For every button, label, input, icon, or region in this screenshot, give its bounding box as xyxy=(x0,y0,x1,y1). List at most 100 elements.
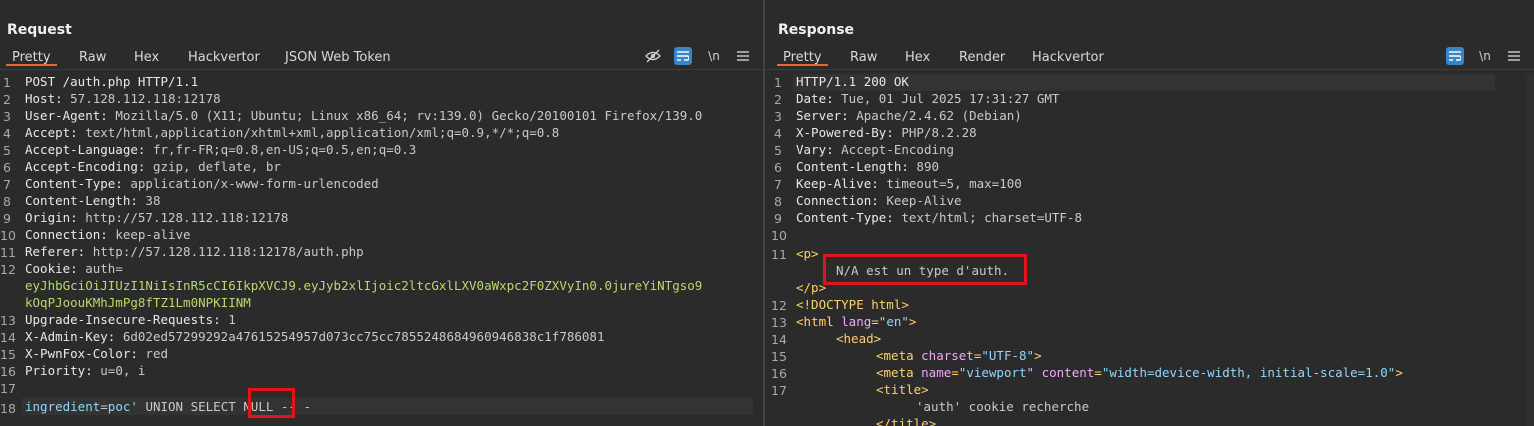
request-tab-hackvertor[interactable]: Hackvertor xyxy=(188,45,260,65)
header-value: eyJhbGciOiJIUzI1NiIsInR5cCI6IkpXVCJ9.eyJ… xyxy=(25,278,703,293)
header-line: Keep-Alive: timeout=5, max=100 xyxy=(796,176,1022,191)
vertical-scrollbar[interactable] xyxy=(1526,74,1534,426)
response-tab-hackvertor[interactable]: Hackvertor xyxy=(1032,45,1104,65)
header-line: eyJhbGciOiJIUzI1NiIsInR5cCI6IkpXVCJ9.eyJ… xyxy=(25,278,702,293)
header-line: Priority: u=0, i xyxy=(25,363,145,378)
header-line: X-Admin-Key: 6d02ed57299292a47615254957d… xyxy=(25,329,604,344)
line-number: 4 xyxy=(3,126,11,141)
header-name: Accept: xyxy=(25,125,86,140)
header-line: User-Agent: Mozilla/5.0 (X11; Ubuntu; Li… xyxy=(25,108,702,123)
response-tabs: Pretty Raw Hex Render Hackvertor xyxy=(767,45,1534,69)
line-number: 11 xyxy=(0,245,16,260)
line-number: 12 xyxy=(0,262,16,277)
wrap-lines-icon[interactable] xyxy=(1446,47,1464,65)
header-name: Priority: xyxy=(25,363,101,378)
line-number: 12 xyxy=(771,298,787,313)
header-value: auth= xyxy=(85,261,123,276)
menu-icon[interactable] xyxy=(734,47,752,65)
attr-name: lang xyxy=(841,314,872,329)
line-number: 16 xyxy=(771,366,787,381)
header-value: 38 xyxy=(145,193,161,208)
newline-toggle[interactable]: \n xyxy=(705,47,723,65)
body-param: ingredient xyxy=(25,399,101,414)
header-value: timeout=5, max=100 xyxy=(886,176,1022,191)
hide-nonprintable-icon[interactable] xyxy=(644,47,662,65)
header-line: Cookie: auth= xyxy=(25,261,123,276)
header-value: fr,fr-FR;q=0.8,en-US;q=0.5,en;q=0.3 xyxy=(152,142,417,157)
wrap-lines-icon[interactable] xyxy=(674,47,692,65)
line-number: 17 xyxy=(0,381,16,396)
line-number: 15 xyxy=(771,349,787,364)
request-tab-hex[interactable]: Hex xyxy=(134,45,159,65)
line-number: 5 xyxy=(774,143,782,158)
header-name: Upgrade-Insecure-Requests: xyxy=(25,312,229,327)
request-tab-jwt[interactable]: JSON Web Token xyxy=(285,45,391,65)
header-value: http://57.128.112.118:12178 xyxy=(85,210,289,225)
header-name: Date: xyxy=(796,91,842,106)
header-name: POST /auth.php HTTP/1.1 xyxy=(25,74,199,89)
header-line: Host: 57.128.112.118:12178 xyxy=(25,91,221,106)
header-value: Mozilla/5.0 (X11; Ubuntu; Linux x86_64; … xyxy=(115,108,703,123)
header-line: kOqPJoouKMhJmPg8fTZ1Lm0NPKIINM xyxy=(25,295,251,310)
line-number: 1 xyxy=(3,75,11,90)
header-line: X-Powered-By: PHP/8.2.28 xyxy=(796,125,977,140)
line-number: 18 xyxy=(0,401,16,416)
line-number: 10 xyxy=(771,228,787,243)
response-tab-raw[interactable]: Raw xyxy=(850,45,877,65)
header-name: Accept-Encoding: xyxy=(25,159,153,174)
line-number: 5 xyxy=(3,143,11,158)
tag-close: > xyxy=(908,314,917,329)
title-text: 'auth' cookie recherche xyxy=(916,399,1090,414)
response-panel: Response Pretty Raw Hex Render Hackverto… xyxy=(767,0,1534,426)
body-eq: = xyxy=(100,399,108,414)
line-number: 14 xyxy=(771,332,787,347)
request-editor[interactable]: 18 ingredient=poc' UNION SELECT NULL -- … xyxy=(0,74,763,426)
tag-open: <html xyxy=(796,314,842,329)
attr-eq: = xyxy=(951,365,959,380)
header-name: Content-Type: xyxy=(796,210,902,225)
line-number: 16 xyxy=(0,364,16,379)
attr-eq: = xyxy=(1094,365,1102,380)
header-line: HTTP/1.1 200 OK xyxy=(796,74,909,89)
line-number: 13 xyxy=(0,313,16,328)
header-value: red xyxy=(145,346,168,361)
response-tab-hex[interactable]: Hex xyxy=(905,45,930,65)
header-line: POST /auth.php HTTP/1.1 xyxy=(25,74,198,89)
header-value: Accept-Encoding xyxy=(841,142,955,157)
header-line: Referer: http://57.128.112.118:12178/aut… xyxy=(25,244,364,259)
newline-toggle[interactable]: \n xyxy=(1476,47,1494,65)
line-number: 6 xyxy=(774,160,782,175)
line-number: 1 xyxy=(774,75,782,90)
line-number: 13 xyxy=(771,315,787,330)
header-line: Vary: Accept-Encoding xyxy=(796,142,954,157)
header-name: X-PwnFox-Color: xyxy=(25,346,146,361)
response-tab-pretty[interactable]: Pretty xyxy=(777,45,828,66)
header-value: Keep-Alive xyxy=(886,193,962,208)
header-name: Content-Length: xyxy=(796,159,917,174)
doctype: <!DOCTYPE html> xyxy=(796,297,909,312)
header-line: Upgrade-Insecure-Requests: 1 xyxy=(25,312,236,327)
line-number: 17 xyxy=(771,383,787,398)
body-val: poc' xyxy=(107,399,146,414)
request-tab-pretty[interactable]: Pretty xyxy=(6,45,57,66)
line-number: 14 xyxy=(0,330,16,345)
attr-value: "width=device-width, initial-scale=1.0" xyxy=(1101,365,1396,380)
response-tab-render[interactable]: Render xyxy=(959,45,1005,65)
header-line: Accept: text/html,application/xhtml+xml,… xyxy=(25,125,559,140)
header-value: PHP/8.2.28 xyxy=(901,125,977,140)
attr-value: "viewport" xyxy=(958,365,1035,380)
line-number: 3 xyxy=(774,109,782,124)
response-editor[interactable]: 11 <p> N/A est un type d'auth. </p> 12 <… xyxy=(767,74,1534,426)
p-close-tag: </p> xyxy=(796,280,827,295)
header-name: Content-Type: xyxy=(25,176,131,191)
menu-icon[interactable] xyxy=(1505,47,1523,65)
header-value: text/html,application/xhtml+xml,applicat… xyxy=(85,125,560,140)
line-number: 9 xyxy=(774,211,782,226)
tag-open: <meta xyxy=(876,365,922,380)
line-number: 10 xyxy=(0,228,16,243)
header-value: u=0, i xyxy=(100,363,146,378)
request-tab-raw[interactable]: Raw xyxy=(79,45,106,65)
line-number: 8 xyxy=(3,194,11,209)
header-line: Origin: http://57.128.112.118:12178 xyxy=(25,210,288,225)
header-value: keep-alive xyxy=(115,227,191,242)
